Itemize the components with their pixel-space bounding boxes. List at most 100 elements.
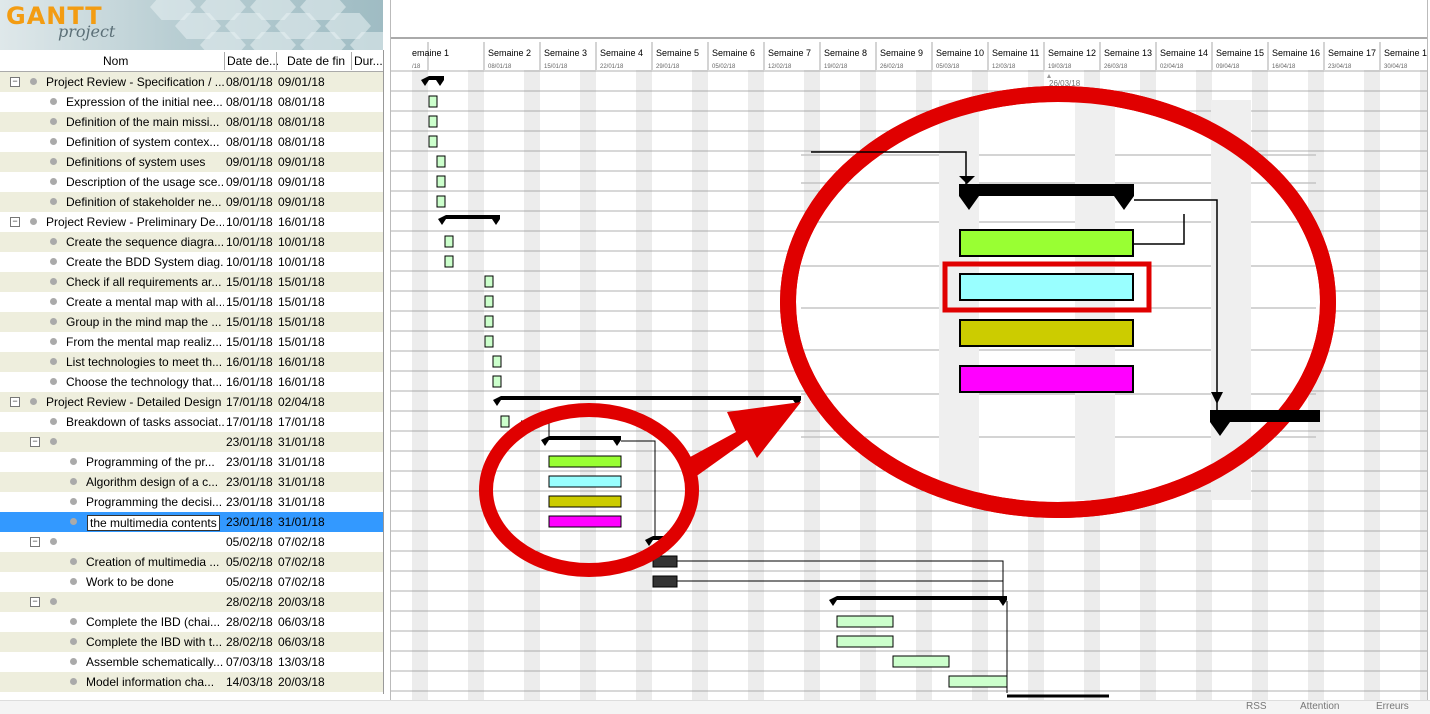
task-row[interactable]: Definition of system contex... 08/01/18 08… — [0, 132, 383, 152]
task-bullet-icon — [30, 78, 37, 85]
task-name[interactable]: Project Review - Detailed Design — [46, 395, 221, 409]
weekend-shade — [636, 70, 652, 700]
task-name[interactable]: Group in the mind map the ... — [66, 315, 221, 329]
task-row[interactable]: Expression of the initial nee... 08/01/18… — [0, 92, 383, 112]
task-bullet-icon — [30, 218, 37, 225]
task-row[interactable]: Model information cha... 14/03/18 20/03/18 — [0, 672, 383, 692]
task-name[interactable]: Create the sequence diagra... — [66, 235, 224, 249]
task-start-date: 09/01/18 — [226, 155, 273, 169]
task-start-date: 17/01/18 — [226, 415, 273, 429]
task-name[interactable]: From the mental map realiz... — [66, 335, 222, 349]
status-rss[interactable]: RSS — [1246, 701, 1267, 712]
task-row[interactable]: Create the BDD System diag... 10/01/18 10/… — [0, 252, 383, 272]
task-bar — [500, 415, 510, 428]
task-name[interactable]: Programming of the pr... — [86, 455, 215, 469]
task-row[interactable]: − 28/02/18 20/03/18 — [0, 592, 383, 612]
task-name[interactable]: Breakdown of tasks associat... — [66, 415, 224, 429]
task-name[interactable]: Create the BDD System diag... — [66, 255, 224, 269]
task-name[interactable]: Check if all requirements ar... — [66, 275, 221, 289]
task-name[interactable]: Choose the technology that... — [66, 375, 222, 389]
task-row[interactable]: Create a mental map with al... 15/01/18 15… — [0, 292, 383, 312]
task-name[interactable]: Project Review - Specification / ... — [46, 75, 224, 89]
task-bar — [484, 335, 494, 348]
task-row[interactable]: List technologies to meet th... 16/01/18 1… — [0, 352, 383, 372]
weekend-shade — [524, 70, 540, 700]
task-row[interactable]: From the mental map realiz... 15/01/18 15/… — [0, 332, 383, 352]
collapse-toggle-icon[interactable]: − — [10, 397, 20, 407]
column-header-end[interactable]: Date de fin — [287, 54, 345, 68]
column-header-duration[interactable]: Dur... — [354, 54, 383, 68]
task-name[interactable]: Expression of the initial nee... — [66, 95, 223, 109]
task-name[interactable]: Programming the decisi... — [86, 495, 222, 509]
collapse-toggle-icon[interactable]: − — [10, 217, 20, 227]
task-name[interactable]: Definitions of system uses — [66, 155, 205, 169]
task-row[interactable]: Programming of the pr... 23/01/18 31/01/18 — [0, 452, 383, 472]
task-name[interactable]: Assemble schematically... — [86, 655, 223, 669]
task-end-date: 07/02/18 — [278, 535, 325, 549]
task-end-date: 31/01/18 — [278, 435, 325, 449]
task-name[interactable]: the multimedia contents — [87, 515, 220, 531]
task-name[interactable]: Definition of system contex... — [66, 135, 219, 149]
task-name[interactable]: Definition of the main missi... — [66, 115, 219, 129]
task-name[interactable]: Creation of multimedia ... — [86, 555, 219, 569]
task-end-date: 06/03/18 — [278, 615, 325, 629]
task-name[interactable]: Complete the IBD with t... — [86, 635, 222, 649]
task-row[interactable]: Complete the IBD with t... 28/02/18 06/03/… — [0, 632, 383, 652]
task-name[interactable]: Model information cha... — [86, 675, 214, 689]
task-row[interactable]: Work to be done 05/02/18 07/02/18 — [0, 572, 383, 592]
task-row[interactable]: − Project Review - Detailed Design 17/01/1… — [0, 392, 383, 412]
column-header-start[interactable]: Date de... — [227, 54, 279, 68]
task-start-date: 09/01/18 — [226, 195, 273, 209]
week-label: Semaine 7 — [768, 48, 811, 58]
task-name[interactable]: Algorithm design of a c... — [86, 475, 218, 489]
task-row[interactable]: Check if all requirements ar... 15/01/18 1… — [0, 272, 383, 292]
task-row[interactable]: Programming the decisi... 23/01/18 31/01/1… — [0, 492, 383, 512]
gantt-chart[interactable]: emaine 1/18 Semaine 2 08/01/18 Semaine 3 15/… — [390, 0, 1428, 700]
task-row[interactable]: Algorithm design of a c... 23/01/18 31/01/… — [0, 472, 383, 492]
task-row[interactable]: Complete the IBD (chai... 28/02/18 06/03/1… — [0, 612, 383, 632]
weekend-shade — [1420, 70, 1427, 700]
task-row[interactable]: Definition of the main missi... 08/01/18 0… — [0, 112, 383, 132]
task-row[interactable]: − Project Review - Preliminary De... 10/01… — [0, 212, 383, 232]
task-row[interactable]: − 05/02/18 07/02/18 — [0, 532, 383, 552]
task-name[interactable]: Project Review - Preliminary De... — [46, 215, 224, 229]
task-row[interactable]: the multimedia contents 23/01/18 31/01/18 — [0, 512, 383, 532]
task-bar — [492, 375, 502, 388]
task-row[interactable]: Assemble schematically... 07/03/18 13/03/1… — [0, 652, 383, 672]
task-name[interactable]: Complete the IBD (chai... — [86, 615, 220, 629]
status-errors[interactable]: Erreurs — [1376, 701, 1409, 712]
gantt-chart-canvas[interactable]: emaine 1/18 Semaine 2 08/01/18 Semaine 3 15/… — [391, 0, 1427, 700]
status-warning[interactable]: Attention — [1300, 701, 1339, 712]
task-name[interactable]: List technologies to meet th... — [66, 355, 222, 369]
task-start-date: 15/01/18 — [226, 315, 273, 329]
task-row[interactable]: Definitions of system uses 09/01/18 09/01/… — [0, 152, 383, 172]
task-name[interactable]: Create a mental map with al... — [66, 295, 224, 309]
task-tree[interactable]: Nom Date de... Date de fin Dur... − Proje… — [0, 50, 384, 694]
task-bullet-icon — [50, 198, 57, 205]
task-row[interactable]: − Project Review - Specification / ... 08/… — [0, 72, 383, 92]
collapse-toggle-icon[interactable]: − — [30, 537, 40, 547]
task-row[interactable]: Definition of stakeholder ne... 09/01/18 0… — [0, 192, 383, 212]
task-bullet-icon — [70, 618, 77, 625]
task-name[interactable]: Description of the usage sce... — [66, 175, 224, 189]
task-start-date: 08/01/18 — [226, 75, 273, 89]
task-row[interactable]: − 23/01/18 31/01/18 — [0, 432, 383, 452]
task-end-date: 08/01/18 — [278, 115, 325, 129]
task-end-date: 09/01/18 — [278, 75, 325, 89]
task-name[interactable]: Definition of stakeholder ne... — [66, 195, 221, 209]
column-header-name[interactable]: Nom — [103, 54, 128, 68]
collapse-toggle-icon[interactable]: − — [30, 597, 40, 607]
task-row[interactable]: Group in the mind map the ... 15/01/18 15/… — [0, 312, 383, 332]
task-row[interactable]: Description of the usage sce... 09/01/18 0… — [0, 172, 383, 192]
task-row[interactable]: Choose the technology that... 16/01/18 16/… — [0, 372, 383, 392]
zoom-task-bar — [959, 365, 1134, 393]
week-date-label: 12/02/18 — [768, 64, 792, 70]
collapse-toggle-icon[interactable]: − — [30, 437, 40, 447]
task-name[interactable]: Work to be done — [86, 575, 174, 589]
task-start-date: 08/01/18 — [226, 95, 273, 109]
task-row[interactable]: Create the sequence diagra... 10/01/18 10/… — [0, 232, 383, 252]
task-row[interactable]: Creation of multimedia ... 05/02/18 07/02/… — [0, 552, 383, 572]
collapse-toggle-icon[interactable]: − — [10, 77, 20, 87]
task-row[interactable]: Breakdown of tasks associat... 17/01/18 17… — [0, 412, 383, 432]
week-label: Semaine 15 — [1216, 48, 1264, 58]
